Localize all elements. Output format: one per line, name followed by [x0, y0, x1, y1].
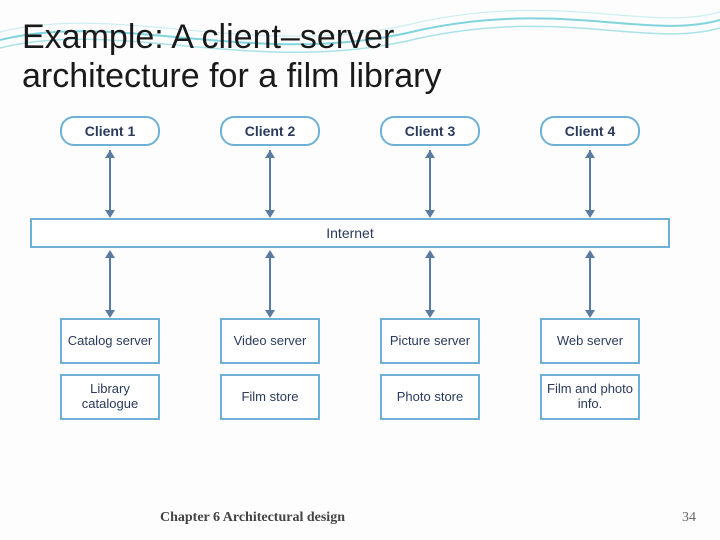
arrow-down-icon — [105, 310, 115, 318]
internet-node: Internet — [30, 218, 670, 248]
client-label: Client 3 — [405, 123, 456, 139]
connector — [109, 252, 111, 316]
client-1-node: Client 1 — [60, 116, 160, 146]
arrow-up-icon — [585, 150, 595, 158]
arrow-down-icon — [105, 210, 115, 218]
arrow-up-icon — [425, 150, 435, 158]
arrow-down-icon — [425, 210, 435, 218]
connector — [269, 150, 271, 214]
arrow-down-icon — [585, 210, 595, 218]
connector — [589, 150, 591, 214]
slide-title: Example: A client–server architecture fo… — [22, 18, 441, 96]
arrow-up-icon — [265, 250, 275, 258]
server-label: Web server — [557, 334, 623, 349]
catalog-server-node: Catalog server — [60, 318, 160, 364]
store-label: Library catalogue — [62, 382, 158, 412]
connector — [429, 150, 431, 214]
server-label: Picture server — [390, 334, 470, 349]
server-label: Catalog server — [68, 334, 153, 349]
arrow-up-icon — [425, 250, 435, 258]
arrow-up-icon — [265, 150, 275, 158]
connector — [109, 150, 111, 214]
arrow-down-icon — [425, 310, 435, 318]
server-label: Video server — [234, 334, 307, 349]
arrow-up-icon — [585, 250, 595, 258]
video-server-node: Video server — [220, 318, 320, 364]
client-label: Client 4 — [565, 123, 616, 139]
arrow-up-icon — [105, 150, 115, 158]
connector — [269, 252, 271, 316]
title-line-2: architecture for a film library — [22, 57, 441, 95]
photo-store: Photo store — [380, 374, 480, 420]
architecture-diagram: Client 1 Client 2 Client 3 Client 4 Inte… — [30, 116, 690, 446]
film-photo-info-store: Film and photo info. — [540, 374, 640, 420]
client-3-node: Client 3 — [380, 116, 480, 146]
connector — [429, 252, 431, 316]
internet-label: Internet — [326, 225, 373, 241]
arrow-down-icon — [265, 310, 275, 318]
film-store: Film store — [220, 374, 320, 420]
client-label: Client 1 — [85, 123, 136, 139]
arrow-down-icon — [265, 210, 275, 218]
library-catalogue-store: Library catalogue — [60, 374, 160, 420]
client-2-node: Client 2 — [220, 116, 320, 146]
footer-chapter: Chapter 6 Architectural design — [160, 510, 345, 526]
web-server-node: Web server — [540, 318, 640, 364]
store-label: Film store — [241, 390, 298, 405]
connector — [589, 252, 591, 316]
store-label: Photo store — [397, 390, 464, 405]
store-label: Film and photo info. — [542, 382, 638, 412]
picture-server-node: Picture server — [380, 318, 480, 364]
client-label: Client 2 — [245, 123, 296, 139]
arrow-down-icon — [585, 310, 595, 318]
client-4-node: Client 4 — [540, 116, 640, 146]
footer-page-number: 34 — [682, 510, 696, 526]
title-line-1: Example: A client–server — [22, 18, 394, 56]
arrow-up-icon — [105, 250, 115, 258]
